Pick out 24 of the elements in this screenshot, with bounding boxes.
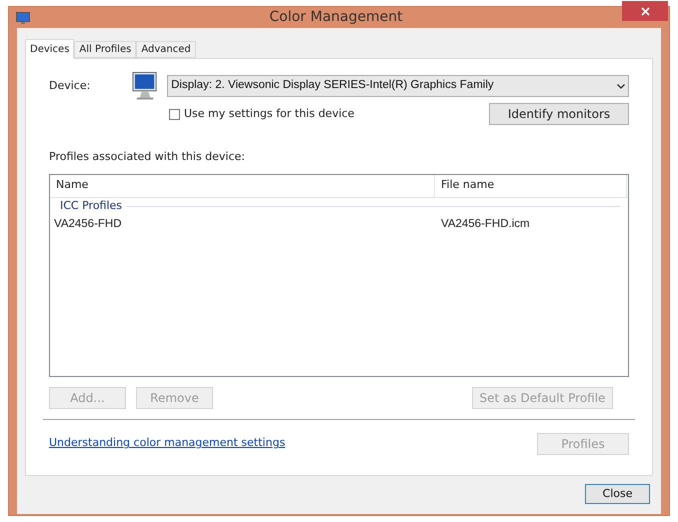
window-title: Color Management [268, 8, 404, 27]
checkbox-label: Use my settings for this device [184, 106, 354, 122]
profiles-label: Profiles associated with this device: [49, 149, 246, 165]
close-button[interactable] [622, 1, 668, 21]
monitor-icon [16, 12, 30, 24]
device-label: Device: [49, 78, 92, 94]
monitor-icon [132, 71, 160, 101]
tab[interactable]: Devices [25, 39, 74, 59]
table-cell-text: VA2456-FHD.icm [440, 216, 531, 232]
checkbox[interactable] [169, 108, 180, 120]
group-header: ICC Profiles [60, 198, 122, 214]
column-header[interactable]: Name [50, 174, 435, 196]
device-dropdown[interactable]: Display: 2. Viewsonic Display SERIES-Intel(R) Graphics Family [167, 75, 630, 97]
close-button[interactable]: Close [585, 484, 650, 504]
chevron-down-icon [617, 84, 626, 88]
column-header[interactable]: File name [435, 174, 627, 196]
tab[interactable]: Advanced [136, 41, 196, 58]
list-row[interactable]: VA2456-FHD VA2456-FHD.icm [50, 214, 628, 234]
device-value: Display: 2. Viewsonic Display SERIES-Intel(R) Graphics Family [171, 78, 495, 94]
table-cell-text: VA2456-FHD [53, 216, 123, 232]
help-link[interactable]: Understanding color management settings [49, 435, 537, 452]
identify-monitors-button[interactable]: Identify monitors [489, 103, 629, 125]
close-icon [640, 6, 650, 16]
tab[interactable]: All Profiles [74, 41, 136, 58]
